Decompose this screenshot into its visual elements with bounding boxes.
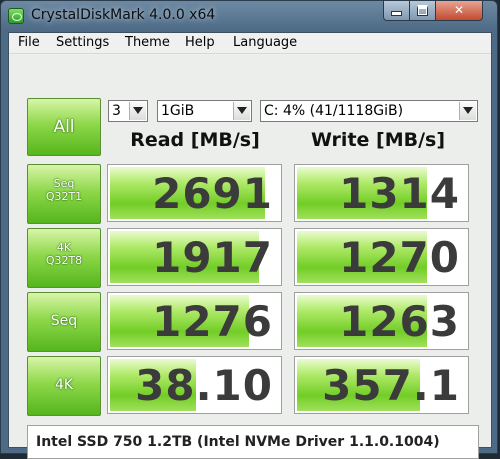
maximize-button[interactable] — [409, 1, 436, 21]
write-result-value: 1263 — [339, 297, 460, 346]
menu-language[interactable]: Language — [233, 35, 297, 50]
write-result-value: 1314 — [339, 169, 460, 218]
row-label-secondary: Q32T1 — [45, 190, 83, 203]
4k-q32t8-button[interactable]: 4K Q32T8 — [27, 228, 101, 288]
drive-select[interactable]: C: 4% (41/1118GiB) — [260, 100, 478, 122]
close-icon: ✕ — [453, 3, 465, 17]
write-result-cell: 1314 — [294, 164, 469, 222]
write-result-cell: 1263 — [294, 292, 469, 350]
drive-value: C: 4% (41/1118GiB) — [264, 103, 404, 119]
client-area: File Settings Theme Help Language All 3 … — [8, 32, 492, 459]
write-column-header: Write [MB/s] — [310, 129, 446, 151]
main-panel: All 3 1GiB C: 4% (41/1118GiB) Read [MB/s… — [10, 55, 490, 459]
window-title: CrystalDiskMark 4.0.0 x64 — [31, 7, 216, 23]
read-result-value: 38.10 — [135, 361, 273, 410]
write-result-cell: 357.1 — [294, 356, 469, 414]
all-button[interactable]: All — [27, 98, 101, 156]
write-result-value: 357.1 — [322, 361, 460, 410]
drive-info-comment[interactable]: Intel SSD 750 1.2TB (Intel NVMe Driver 1… — [27, 425, 479, 459]
menu-bar: File Settings Theme Help Language — [9, 33, 491, 54]
row-label-primary: Seq — [50, 313, 78, 329]
chevron-down-icon — [459, 102, 476, 120]
read-result-cell: 2691 — [107, 164, 282, 222]
write-result-value: 1270 — [339, 233, 460, 282]
read-result-cell: 1276 — [107, 292, 282, 350]
test-size-value: 1GiB — [161, 103, 195, 119]
app-window: CrystalDiskMark 4.0.0 x64 ✕ File Setting… — [0, 0, 499, 459]
row-label-primary: Seq — [53, 177, 75, 190]
menu-settings[interactable]: Settings — [56, 35, 109, 50]
menu-theme[interactable]: Theme — [125, 35, 170, 50]
menu-help[interactable]: Help — [185, 35, 215, 50]
chevron-down-icon — [129, 102, 146, 120]
read-result-cell: 38.10 — [107, 356, 282, 414]
menu-file[interactable]: File — [18, 35, 40, 50]
row-label-secondary: Q32T8 — [45, 254, 83, 267]
chevron-down-icon — [233, 102, 250, 120]
test-count-value: 3 — [112, 103, 121, 119]
minimize-icon — [391, 11, 402, 16]
row-label-primary: 4K — [56, 241, 72, 254]
read-result-cell: 1917 — [107, 228, 282, 286]
close-button[interactable]: ✕ — [435, 1, 483, 21]
test-size-select[interactable]: 1GiB — [157, 100, 252, 122]
read-result-value: 2691 — [152, 169, 273, 218]
seq-q32t1-button[interactable]: Seq Q32T1 — [27, 164, 101, 224]
test-count-select[interactable]: 3 — [108, 100, 148, 122]
maximize-icon — [417, 5, 428, 16]
read-result-value: 1276 — [152, 297, 273, 346]
4k-button[interactable]: 4K — [27, 356, 101, 416]
write-result-cell: 1270 — [294, 228, 469, 286]
row-label-primary: 4K — [54, 377, 74, 393]
app-icon — [8, 8, 24, 24]
read-column-header: Read [MB/s] — [130, 129, 260, 151]
read-result-value: 1917 — [152, 233, 273, 282]
minimize-button[interactable] — [383, 1, 410, 21]
seq-button[interactable]: Seq — [27, 292, 101, 352]
title-bar[interactable]: CrystalDiskMark 4.0.0 x64 ✕ — [1, 1, 499, 32]
